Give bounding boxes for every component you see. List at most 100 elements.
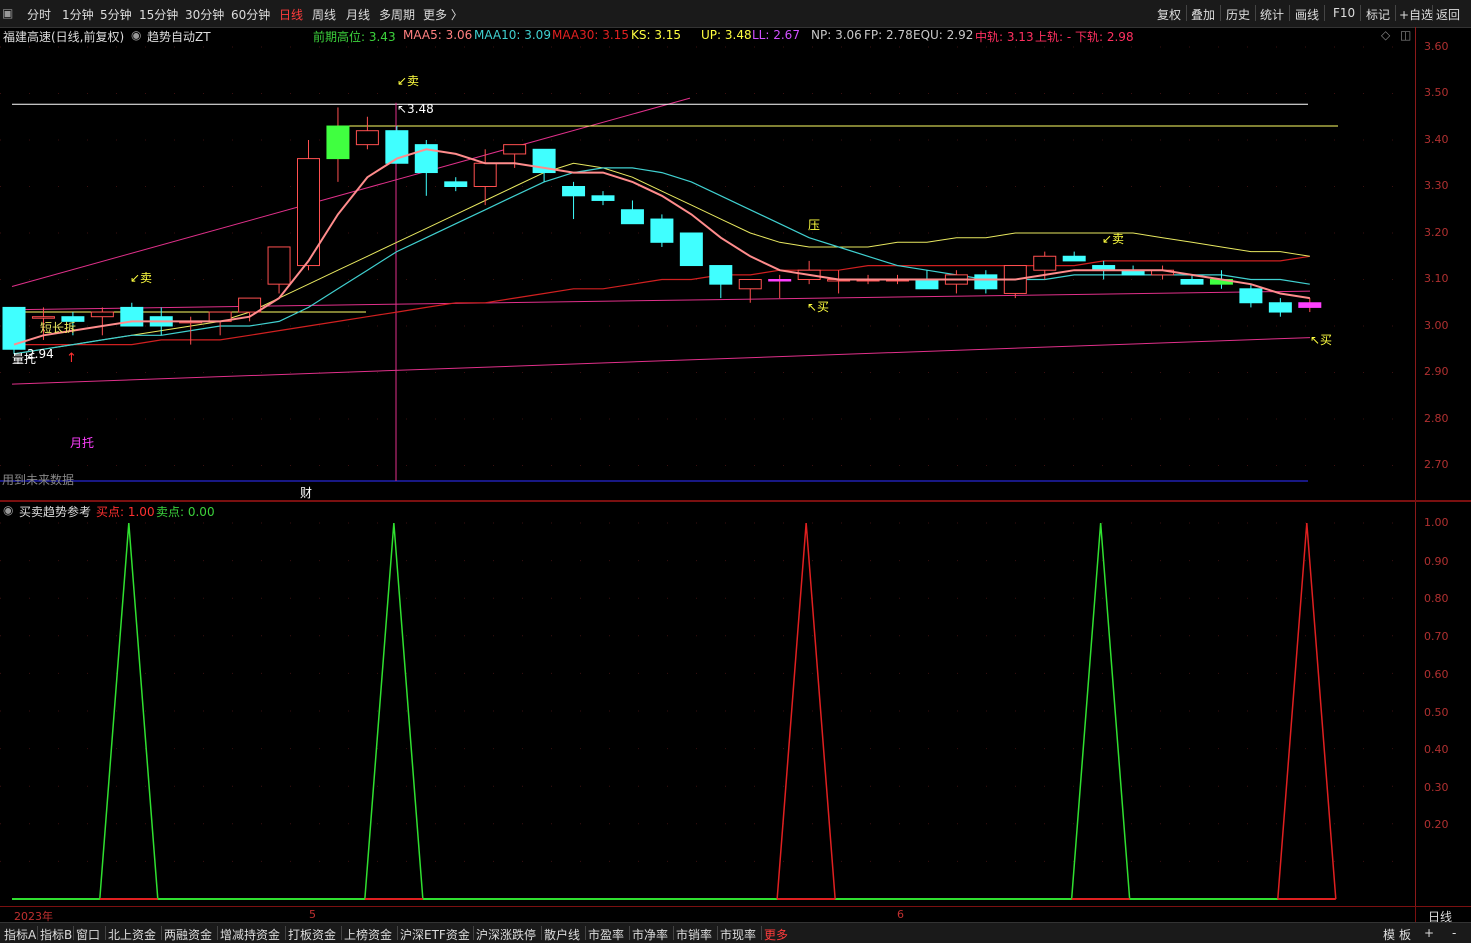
bottom-tab-11[interactable]: 市盈率 (588, 926, 624, 943)
header-value: MAA5: 3.06 (403, 28, 473, 42)
bottom-tab-15[interactable]: 更多 (764, 926, 788, 943)
bottom-right-button-3[interactable]: - (1452, 926, 1456, 940)
bottom-tab-6[interactable]: 打板资金 (288, 926, 336, 943)
future-data-label: 用到未来数据 (2, 472, 74, 487)
buy-spike (776, 522, 836, 900)
price-tick: 2.90 (1424, 365, 1449, 378)
fuquan-button[interactable]: 复权 (1157, 6, 1181, 23)
ks-line (13, 162, 1310, 355)
period-label-box: 日线 (1415, 906, 1471, 924)
panel-icon[interactable]: ◫ (1400, 28, 1411, 42)
date-tick: 6 (897, 908, 904, 921)
bottom-tabbar: 指标A 指标B 窗口 北上资金 两融资金 增减持资金 打板资金 上榜资金 沪深ETF资金 沪深涨跌… (0, 922, 1471, 943)
price-tick: 3.40 (1424, 133, 1449, 146)
bottom-tab-4[interactable]: 两融资金 (164, 926, 212, 943)
candle-body (915, 279, 939, 290)
indicator-tick: 0.50 (1424, 706, 1449, 719)
buy-sell-indicator-chart[interactable] (0, 518, 1415, 906)
bottom-tab-12[interactable]: 市净率 (632, 926, 668, 943)
bottom-tab-8[interactable]: 沪深ETF资金 (400, 926, 470, 943)
history-button[interactable]: 历史 (1226, 6, 1250, 23)
sell-signal-label: ↙卖 (1102, 232, 1124, 246)
date-axis: 2023年 5 6 (0, 906, 1415, 923)
diamond-icon[interactable]: ◇ (1381, 28, 1390, 42)
period-item-4[interactable]: 30分钟 (185, 6, 224, 23)
ma5-line (13, 148, 1310, 346)
indicator-tick: 0.20 (1424, 818, 1449, 831)
candlestick-chart[interactable]: ↙卖↙卖↙卖↖买↖买压↖3.482.94短长拆量托 ↑月托用到未来数据财 (0, 43, 1415, 500)
bottom-tab-0[interactable]: 指标A (4, 926, 36, 943)
buy-signal-label: ↖买 (807, 300, 829, 314)
candle-body (31, 316, 55, 319)
bottom-right-button-2[interactable]: + (1424, 926, 1434, 940)
stats-button[interactable]: 统计 (1260, 6, 1284, 23)
indicator-tick: 0.70 (1424, 630, 1449, 643)
candle-body (562, 186, 586, 197)
bottom-tab-3[interactable]: 北上资金 (108, 926, 156, 943)
bottom-tab-5[interactable]: 增减持资金 (220, 926, 280, 943)
header-value: KS: 3.15 (631, 28, 682, 42)
candle-body (591, 195, 615, 201)
price-tick: 3.20 (1424, 226, 1449, 239)
bottom-tab-9[interactable]: 沪深涨跌停 (476, 926, 536, 943)
bottom-tab-13[interactable]: 市销率 (676, 926, 712, 943)
price-tick: 3.00 (1424, 319, 1449, 332)
indicator-tick: 0.30 (1424, 781, 1449, 794)
header-value: NP: 3.06 (811, 28, 862, 42)
bottom-tab-14[interactable]: 市现率 (720, 926, 756, 943)
candle-body (503, 144, 527, 155)
finance-marker: 财 (300, 486, 312, 500)
candle-body (1298, 302, 1322, 308)
bottom-tab-7[interactable]: 上榜资金 (344, 926, 392, 943)
price-tick: 3.30 (1424, 179, 1449, 192)
period-item-5[interactable]: 60分钟 (231, 6, 270, 23)
period-item-9[interactable]: 多周期 (379, 6, 415, 23)
period-item-10[interactable]: 更多 〉 (423, 6, 463, 23)
indicator-toggle-icon[interactable]: ◉ (3, 503, 13, 517)
bottom-tab-2[interactable]: 窗口 (76, 926, 100, 943)
short-long-label: 短长拆 (40, 320, 76, 335)
candle-body (1033, 255, 1057, 271)
sell-spike (364, 522, 424, 900)
period-item-7[interactable]: 周线 (312, 6, 336, 23)
indicator-axis: 1.00 0.90 0.80 0.70 0.60 0.50 0.40 0.30 … (1415, 502, 1471, 906)
candle-body (738, 279, 762, 290)
indicator-tick: 0.60 (1424, 668, 1449, 681)
period-item-3[interactable]: 15分钟 (139, 6, 178, 23)
high-value-label: ↖3.48 (397, 102, 434, 116)
overlay-button[interactable]: 叠加 (1191, 6, 1215, 23)
mark-button[interactable]: 标记 (1366, 6, 1390, 23)
pressure-label: 压 (808, 218, 820, 232)
period-item-2[interactable]: 5分钟 (100, 6, 132, 23)
bottom-right-button-0[interactable]: 模 (1383, 926, 1395, 943)
bottom-right-button-1[interactable]: 板 (1399, 926, 1411, 943)
volume-support-label: 量托 (12, 352, 36, 366)
candle-body (1268, 302, 1292, 313)
main-chart-header: 福建高速(日线,前复权) ◉ 趋势自动ZT 前期高位: 3.43 MAA5: 3… (0, 27, 1415, 44)
period-item-8[interactable]: 月线 (346, 6, 370, 23)
back-button[interactable]: 返回 (1436, 6, 1460, 23)
candle-body (1239, 288, 1263, 304)
draw-button[interactable]: 画线 (1295, 6, 1319, 23)
lower-channel-line (11, 337, 1311, 385)
candle-body (326, 125, 350, 160)
period-item-0[interactable]: 分时 (27, 6, 51, 23)
candle-body (1062, 255, 1086, 262)
window-icon[interactable]: ▣ (2, 6, 13, 20)
bottom-tab-1[interactable]: 指标B (40, 926, 72, 943)
bottom-tab-10[interactable]: 散户线 (544, 926, 580, 943)
date-tick: 5 (309, 908, 316, 921)
candle-body (444, 181, 468, 188)
middle-channel-line (11, 290, 1311, 311)
price-tick: 3.60 (1424, 40, 1449, 53)
period-item-6[interactable]: 日线 (279, 6, 303, 23)
candle-body (473, 162, 497, 187)
sell-signal-label: ↙卖 (397, 74, 419, 88)
period-item-1[interactable]: 1分钟 (62, 6, 94, 23)
indicator-toggle-icon[interactable]: ◉ (131, 28, 141, 42)
month-support-label: 月托 (70, 436, 94, 450)
add-favorite-button[interactable]: +自选 (1399, 6, 1433, 23)
indicator-tick: 0.90 (1424, 555, 1449, 568)
f10-button[interactable]: F10 (1333, 6, 1355, 20)
indicator-header: ◉ 买卖趋势参考 买点: 1.00 卖点: 0.00 (0, 502, 1415, 519)
